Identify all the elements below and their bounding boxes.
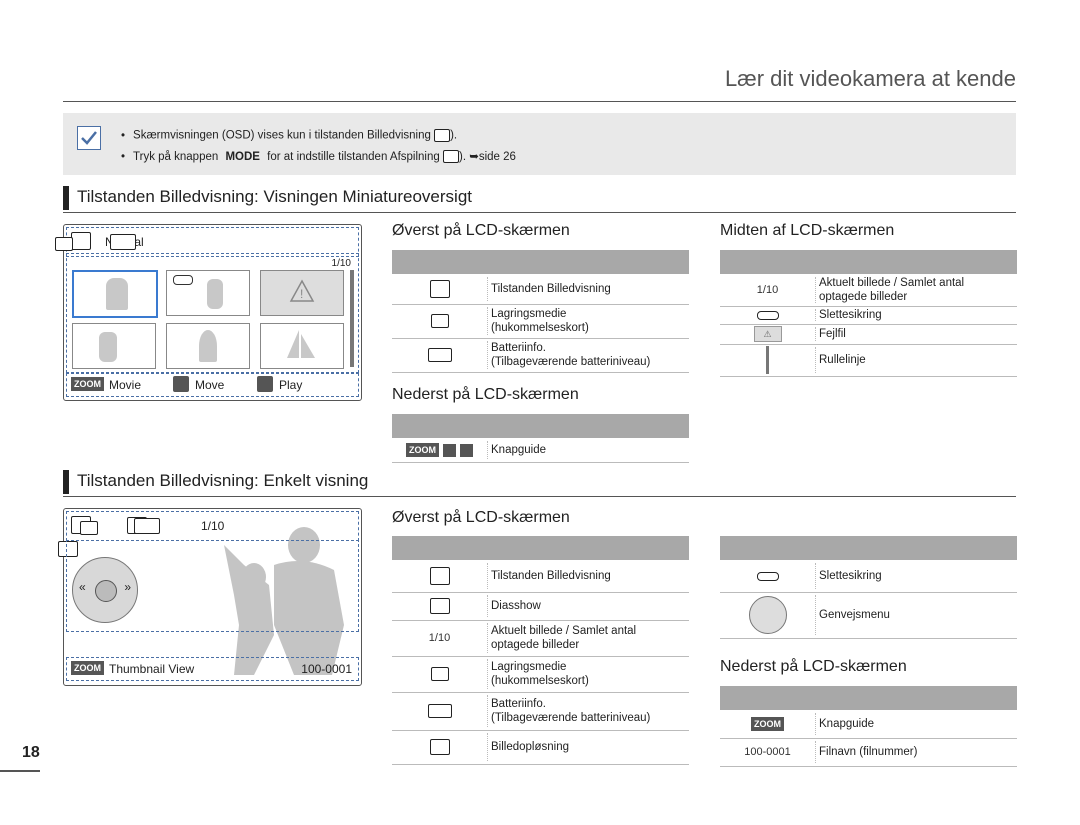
table-row: Billedopløsning <box>392 730 689 765</box>
note-line-2: • Tryk på knappen MODE for at indstille t… <box>121 150 516 164</box>
section2-top-heading: Øverst på LCD-skærmen <box>392 509 570 526</box>
table-row: Tilstanden Billedvisning <box>392 560 689 593</box>
play-joystick-icon[interactable] <box>257 376 273 392</box>
table-header <box>392 414 689 438</box>
lcd-single-view: 1/10 « » ZOOM Thumbnail View 100-0001 <box>58 508 362 686</box>
table-row: ZOOM Knapguide <box>720 710 1017 739</box>
photo-view-icon <box>429 567 450 585</box>
rewind-icon: « <box>79 580 86 594</box>
lcd-button-guide: ZOOM Movie Move Play <box>66 373 359 397</box>
table-header <box>720 686 1017 710</box>
lcd-button-guide: ZOOM Thumbnail View 100-0001 <box>66 657 359 681</box>
table-row: ⚠ Fejlfil <box>720 324 1017 345</box>
shortcut-menu-icon <box>748 596 787 634</box>
battery-icon <box>109 234 136 250</box>
table-row: 1/10 Aktuelt billede / Samlet antal opta… <box>392 620 689 657</box>
protect-key-icon <box>756 571 779 581</box>
section1-middle-heading: Midten af LCD-skærmen <box>720 222 895 239</box>
table-row: Tilstanden Billedvisning <box>392 274 689 305</box>
table-header <box>392 536 689 560</box>
memory-card-icon <box>55 237 74 251</box>
slideshow-icon <box>429 598 450 614</box>
table-row: Genvejsmenu <box>720 592 1017 639</box>
lcd-top-bar: 1/10 <box>66 511 359 541</box>
photo-view-icon <box>434 129 451 142</box>
note-box: • Skærmvisningen (OSD) vises kun i tilsta… <box>63 113 1016 175</box>
thumbnail[interactable] <box>166 270 250 316</box>
thumbnail-error[interactable]: ! <box>260 270 344 316</box>
memory-card-icon <box>430 314 449 328</box>
photo-silhouette-icon <box>287 330 315 358</box>
table-row: Slettesikring <box>720 560 1017 593</box>
zoom-magnifier-icon <box>95 580 117 602</box>
section1-title: Tilstanden Billedvisning: Visningen Mini… <box>63 184 1016 213</box>
photo-view-icon <box>71 232 91 250</box>
play-joystick-icon <box>460 443 473 457</box>
table-row: Rullelinje <box>720 344 1017 377</box>
table-row: Batteriinfo. (Tilbageværende batterinive… <box>392 692 689 731</box>
move-joystick-icon[interactable] <box>173 376 189 392</box>
photo-silhouette-icon <box>207 279 223 309</box>
table-row: Lagringsmedie (hukommelseskort) <box>392 304 689 339</box>
forward-icon: » <box>124 580 131 594</box>
page-number: 18 <box>22 744 40 761</box>
table-row: 1/10 Aktuelt billede / Samlet antal opta… <box>720 274 1017 307</box>
zoom-button-icon: ZOOM <box>406 443 439 457</box>
header-divider <box>63 101 1016 102</box>
protect-key-icon <box>173 275 193 285</box>
playback-icon <box>442 150 459 164</box>
move-joystick-icon <box>443 443 456 457</box>
table-row: ZOOM Knapguide <box>392 438 689 463</box>
protect-key-icon <box>756 310 779 320</box>
section1-bottom-heading: Nederst på LCD-skærmen <box>392 386 579 403</box>
table-row: Batteriinfo. (Tilbageværende batterinive… <box>392 338 689 373</box>
table-row: Slettesikring <box>720 306 1017 325</box>
scroll-bar-icon <box>766 346 769 374</box>
table-row: Diasshow <box>392 592 689 621</box>
error-warning-icon: ! <box>289 279 315 302</box>
shortcut-menu-icon[interactable]: « » <box>72 557 138 623</box>
photo-silhouette-icon <box>106 278 128 310</box>
photo-view-icon <box>429 280 450 298</box>
section2-bottom-heading: Nederst på LCD-skærmen <box>720 658 907 675</box>
zoom-button-icon: ZOOM <box>751 717 784 731</box>
thumbnail[interactable] <box>166 323 250 369</box>
table-row: Lagringsmedie (hukommelseskort) <box>392 656 689 693</box>
battery-icon <box>427 348 452 362</box>
thumbnail[interactable] <box>260 323 344 369</box>
table-header <box>720 536 1017 560</box>
photo-silhouette-icon <box>99 332 117 362</box>
memory-card-icon <box>430 667 449 681</box>
lcd-thumbnail-view: Normal 1/10 ! ZOOM Movie Move Play <box>55 224 362 401</box>
resolution-icon <box>429 739 450 755</box>
memory-card-icon <box>79 521 98 535</box>
note-check-icon <box>77 126 101 150</box>
page-number-rule <box>0 770 40 772</box>
zoom-button[interactable]: ZOOM <box>71 377 104 391</box>
battery-icon <box>427 704 452 718</box>
photo-silhouette-icon <box>199 330 217 362</box>
zoom-button[interactable]: ZOOM <box>71 661 104 675</box>
thumbnail[interactable] <box>72 323 156 369</box>
scroll-bar[interactable] <box>350 270 354 367</box>
svg-text:!: ! <box>300 287 303 301</box>
table-header <box>720 250 1017 274</box>
page-header-title: Lær dit videokamera at kende <box>724 66 1016 91</box>
thumbnail-selected[interactable] <box>72 270 158 318</box>
error-warning-icon: ⚠ <box>753 326 782 342</box>
section2-title: Tilstanden Billedvisning: Enkelt visning <box>63 468 1016 497</box>
section1-top-heading: Øverst på LCD-skærmen <box>392 222 570 239</box>
table-header <box>392 250 689 274</box>
battery-icon <box>134 518 161 534</box>
note-line-1: • Skærmvisningen (OSD) vises kun i tilsta… <box>121 129 458 142</box>
table-row: 100-0001 Filnavn (filnummer) <box>720 738 1017 767</box>
